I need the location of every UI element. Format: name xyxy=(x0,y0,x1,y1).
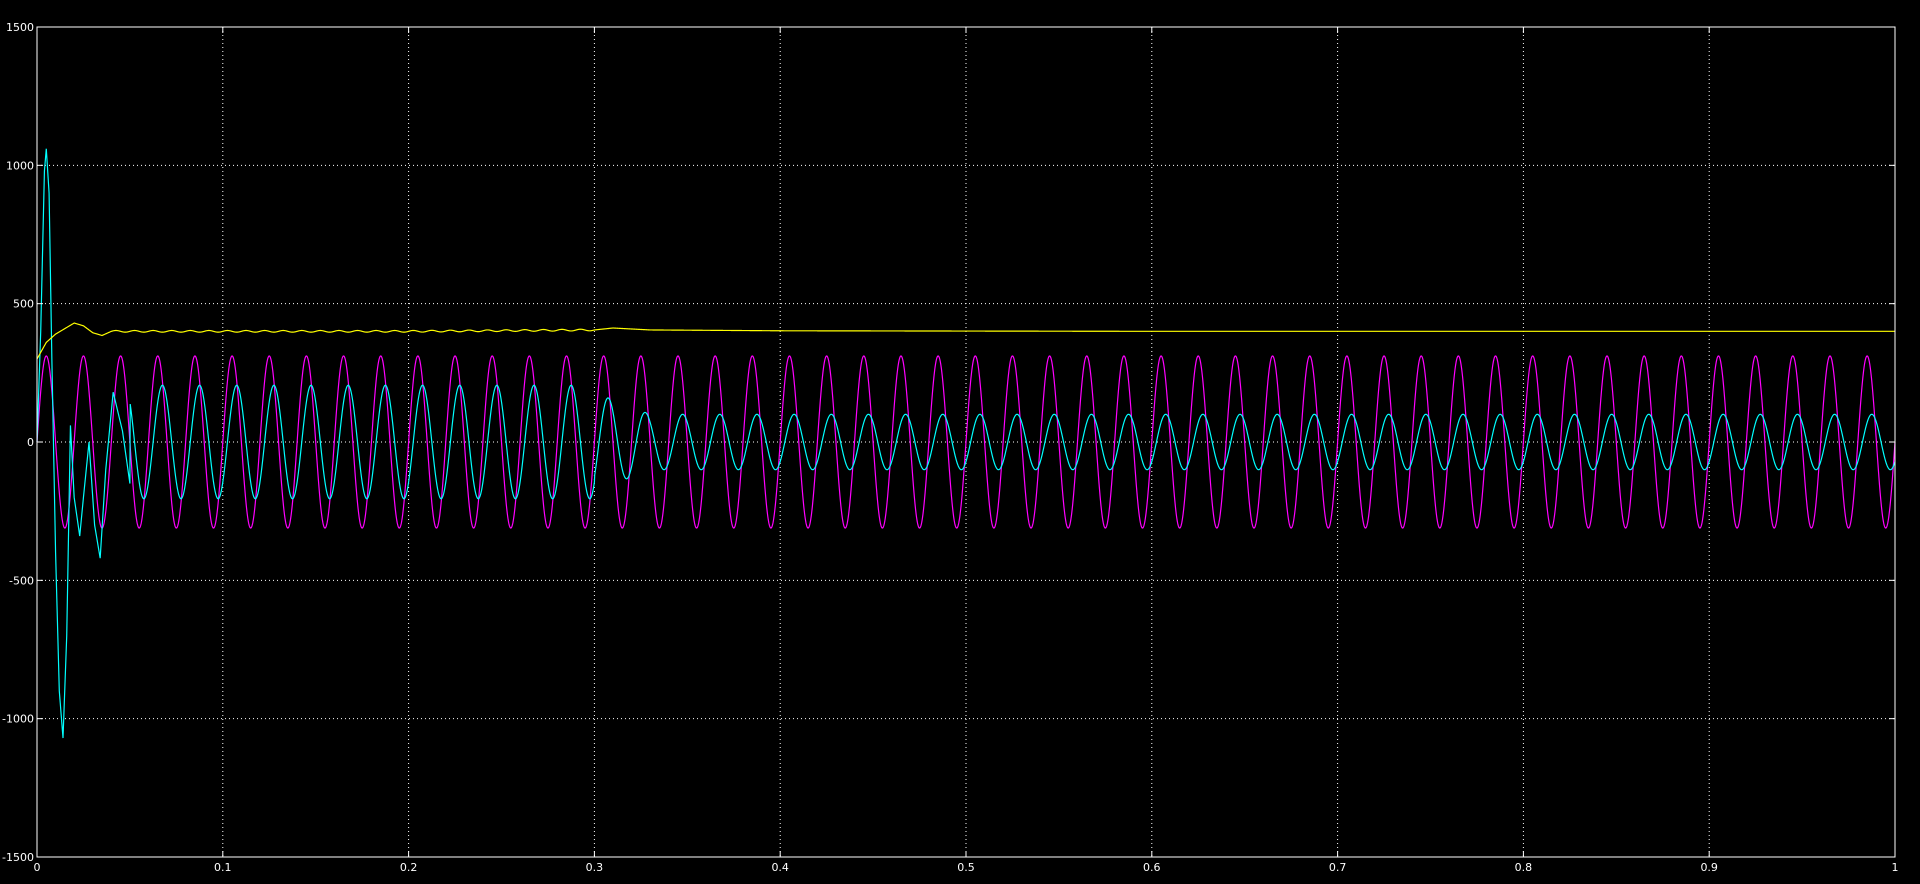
scope-plot: 0 0.1 0.2 0.3 0.4 0.5 0.6 0.7 0.8 0.9 1 -1500 -1000… xyxy=(0,0,1920,884)
y-tick-label: -1000 xyxy=(2,713,34,726)
y-tick-label: -1500 xyxy=(2,851,34,864)
y-tick-label: 500 xyxy=(13,298,34,311)
y-tick-label: 1000 xyxy=(6,159,34,172)
x-tick-label: 0.2 xyxy=(400,861,418,874)
x-tick-label: 0.5 xyxy=(957,861,975,874)
y-tick-label: -500 xyxy=(9,574,34,587)
x-tick-label: 0.4 xyxy=(771,861,789,874)
x-tick-label: 0.9 xyxy=(1700,861,1718,874)
x-tick-label: 0.8 xyxy=(1515,861,1533,874)
x-tick-label: 0.7 xyxy=(1329,861,1347,874)
y-tick-label: 1500 xyxy=(6,21,34,34)
x-tick-label: 0 xyxy=(34,861,41,874)
x-tick-label: 0.6 xyxy=(1143,861,1161,874)
plot-background xyxy=(0,0,1920,884)
x-tick-label: 0.1 xyxy=(214,861,232,874)
x-tick-label: 0.3 xyxy=(586,861,604,874)
x-tick-label: 1 xyxy=(1892,861,1899,874)
y-tick-label: 0 xyxy=(27,436,34,449)
